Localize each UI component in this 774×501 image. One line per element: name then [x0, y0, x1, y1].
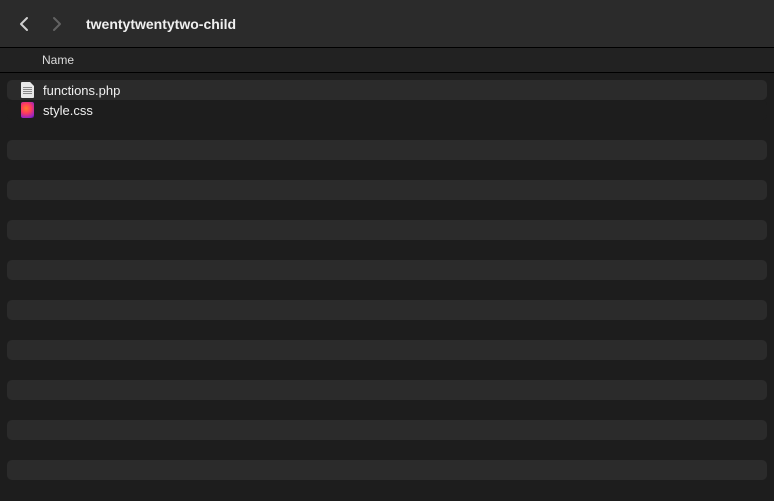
file-name: style.css: [43, 104, 93, 117]
nav-forward-button[interactable]: [44, 12, 68, 36]
file-name: functions.php: [43, 84, 120, 97]
css-file-icon: [21, 102, 34, 118]
empty-row: [7, 140, 767, 160]
toolbar: twentytwentytwo-child: [0, 0, 774, 47]
chevron-left-icon: [19, 16, 30, 32]
file-row[interactable]: functions.php: [7, 80, 767, 100]
empty-row: [7, 460, 767, 480]
chevron-right-icon: [51, 16, 62, 32]
empty-row: [7, 260, 767, 280]
empty-row: [7, 300, 767, 320]
document-file-icon: [21, 82, 34, 98]
empty-row: [7, 180, 767, 200]
empty-row: [7, 340, 767, 360]
empty-row: [7, 380, 767, 400]
nav-back-button[interactable]: [12, 12, 36, 36]
empty-row: [7, 420, 767, 440]
column-header-name[interactable]: Name: [42, 53, 74, 67]
file-row[interactable]: style.css: [7, 100, 767, 120]
folder-title: twentytwentytwo-child: [86, 16, 236, 32]
column-header-row: Name: [0, 47, 774, 73]
empty-row: [7, 220, 767, 240]
file-list: functions.php style.css: [0, 73, 774, 480]
